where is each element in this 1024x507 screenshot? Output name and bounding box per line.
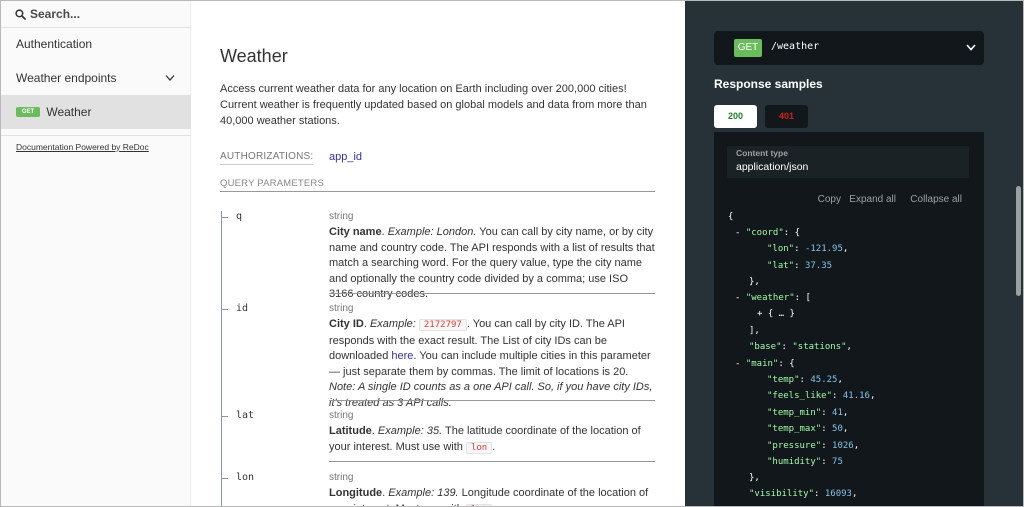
scrollbar-thumb[interactable] <box>1016 186 1021 296</box>
response-samples-heading: Response samples <box>714 77 823 91</box>
sidebar-item-label: Authentication <box>16 37 93 51</box>
json-line: "feels_like": 41.16, <box>767 391 876 401</box>
param-tree-tick <box>221 478 228 479</box>
json-line: - "main": { <box>735 359 795 369</box>
sidebar-item-label: Weather endpoints <box>16 71 117 85</box>
param-title: City ID <box>329 318 364 330</box>
param-name: q <box>236 211 243 222</box>
json-line: }, <box>749 277 760 287</box>
param-name: lat <box>236 410 255 421</box>
json-line: ], <box>749 326 760 336</box>
authorizations-label: AUTHORIZATIONS: <box>220 151 314 165</box>
tab-response-200[interactable]: 200 <box>714 105 757 128</box>
param-name: lon <box>236 472 255 483</box>
param-note: Note: A single ID counts as a one API ca… <box>329 381 653 409</box>
param-description: City name. Example: London. You can call… <box>329 226 655 300</box>
param-description: City ID. Example: 2172797. You can call … <box>329 318 653 409</box>
query-parameters-divider <box>220 191 655 192</box>
example-value: London. <box>436 226 477 238</box>
param-title: Longitude <box>329 487 383 499</box>
example-value: 139. <box>437 487 459 499</box>
param-title: Latitude <box>329 425 372 437</box>
param-tree-line <box>221 211 222 506</box>
search-input[interactable] <box>30 4 180 24</box>
example-label: Example: <box>387 226 434 238</box>
example-label: Example: <box>388 487 435 499</box>
collapse-all-button[interactable]: Collapse all <box>910 194 962 205</box>
json-line: + { … } <box>757 309 795 319</box>
json-line: - "weather": [ <box>735 293 811 303</box>
param-tree-tick <box>221 217 228 218</box>
param-title: City name <box>329 226 382 238</box>
sidebar-item-authentication[interactable]: Authentication <box>1 28 191 61</box>
response-sample-panel: Content type application/json Copy Expan… <box>714 132 984 506</box>
tab-response-401[interactable]: 401 <box>765 105 808 128</box>
json-line: }, <box>749 473 760 483</box>
param-tree-tick <box>221 416 228 417</box>
copy-button[interactable]: Copy <box>818 194 841 205</box>
search-icon <box>15 9 26 20</box>
sidebar: Authentication Weather endpoints GET Wea… <box>1 1 191 506</box>
chevron-down-icon <box>966 44 976 51</box>
json-line: "lat": 37.35 <box>767 261 833 271</box>
search-bar <box>1 1 191 28</box>
content-type-box: Content type application/json <box>727 146 969 178</box>
sidebar-item-weather-endpoints[interactable]: Weather endpoints <box>1 62 191 95</box>
param-description: Longitude. Example: 139. Longitude coord… <box>329 486 655 506</box>
json-line: "visibility": 16093, <box>749 489 858 499</box>
json-line: "temp_min": 41, <box>767 408 849 418</box>
json-line: { <box>728 212 734 222</box>
example-label: Example: <box>377 425 424 437</box>
json-line: "temp": 45.25, <box>767 375 843 385</box>
get-method-badge: GET <box>16 106 40 117</box>
param-type: string <box>329 410 354 421</box>
param-name: id <box>236 303 249 314</box>
content-type-value: application/json <box>736 161 809 173</box>
example-code: 2172797 <box>418 319 467 331</box>
endpoint-path: /weather <box>771 41 820 52</box>
endpoint-selector[interactable]: GET /weather <box>714 31 984 65</box>
endpoint-description: Access current weather data for any loca… <box>220 83 647 127</box>
sidebar-divider <box>1 135 191 136</box>
inline-code: lat <box>465 503 493 506</box>
right-panel: GET /weather Response samples 200 401 Co… <box>685 1 1023 506</box>
collapse-toggle[interactable]: - <box>735 293 740 303</box>
main-content: Weather Access current weather data for … <box>191 1 685 506</box>
param-description: Latitude. Example: 35. The latitude coor… <box>329 425 641 454</box>
param-divider <box>329 293 655 294</box>
content-type-label: Content type <box>736 148 788 158</box>
example-label: Example: <box>369 318 416 330</box>
redoc-powered-link[interactable]: Documentation Powered by ReDoc <box>16 142 149 152</box>
param-divider <box>329 400 655 401</box>
inline-code: lon <box>465 441 493 454</box>
code-toolbar: Copy Expand all Collapse all <box>714 194 969 206</box>
json-line: "lon": -121.95, <box>767 244 849 254</box>
example-value: 35. <box>426 425 443 437</box>
query-parameters-heading: QUERY PARAMETERS <box>220 178 325 189</box>
json-line: "base": "stations", <box>749 342 852 352</box>
authorizations-row: AUTHORIZATIONS: app_id <box>220 151 656 167</box>
collapse-toggle[interactable]: - <box>735 228 740 238</box>
authorization-app-id-link[interactable]: app_id <box>329 151 362 163</box>
chevron-down-icon <box>165 75 175 81</box>
json-line: - "coord": { <box>735 228 801 238</box>
page-title: Weather <box>220 46 288 66</box>
param-tree-tick <box>221 309 228 310</box>
param-text: . <box>492 440 496 453</box>
param-type: string <box>329 211 354 222</box>
expand-toggle[interactable]: + <box>757 309 762 319</box>
collapse-toggle[interactable]: - <box>735 359 740 369</box>
sidebar-item-label: Weather <box>46 105 92 119</box>
param-divider <box>329 461 655 462</box>
expand-all-button[interactable]: Expand all <box>849 194 896 205</box>
city-ids-download-link[interactable]: here <box>391 350 413 362</box>
redoc-page: Authentication Weather endpoints GET Wea… <box>0 0 1024 507</box>
json-line: "humidity": 75 <box>767 457 843 467</box>
param-type: string <box>329 303 354 314</box>
json-line: "temp_max": 50, <box>767 424 849 434</box>
param-type: string <box>329 472 354 483</box>
json-line: "pressure": 1026, <box>767 441 860 451</box>
get-method-badge: GET <box>734 39 762 57</box>
sidebar-item-weather[interactable]: GET Weather <box>1 95 191 129</box>
